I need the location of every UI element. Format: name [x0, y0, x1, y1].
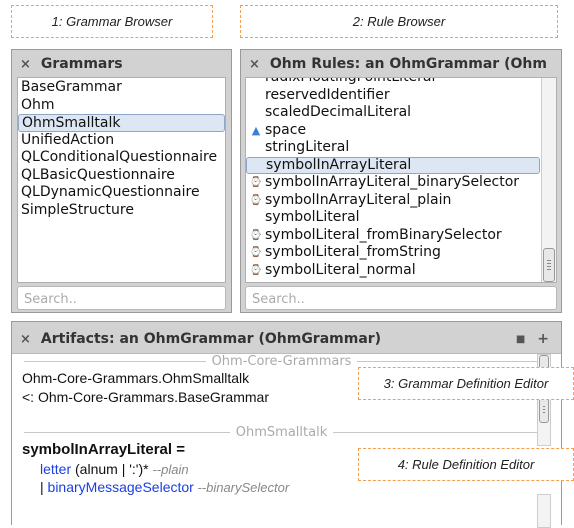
grammars-panel: × Grammars BaseGrammar Ohm OhmSmalltalk … [11, 49, 232, 313]
rule-section-label: OhmSmalltalk [235, 424, 328, 440]
rule-label: symbolLiteral_fromBinarySelector [265, 226, 502, 243]
grammar-item-selected[interactable]: OhmSmalltalk [18, 114, 225, 132]
grammar-section-label: Ohm-Core-Grammars [211, 353, 352, 369]
callout-rule-browser-text: 2: Rule Browser [352, 14, 446, 29]
callout-grammar-browser-text: 1: Grammar Browser [51, 14, 173, 29]
grammars-titlebar: × Grammars [12, 50, 231, 78]
editor-bottom-scrollbar[interactable] [537, 494, 551, 528]
rule-item[interactable]: radixFloatingPointLiteral [246, 77, 540, 87]
rule-item[interactable]: ⌚ symbolLiteral_fromBinarySelector [246, 227, 540, 245]
rule-label: symbolLiteral_normal [265, 261, 416, 278]
grammar-def-line-2: <: Ohm-Core-Grammars.BaseGrammar [22, 389, 269, 405]
rule-editor-scrollbar[interactable] [537, 394, 551, 446]
grammar-item[interactable]: BaseGrammar [18, 79, 225, 97]
tree-icon: ⌚ [249, 194, 263, 206]
rule-item-selected[interactable]: symbolInArrayLiteral [246, 156, 540, 174]
rule-label: stringLiteral [265, 139, 350, 155]
rule-item[interactable]: ▲ space [246, 122, 540, 140]
rule-item[interactable]: ⌚ symbolInArrayLiteral_plain [246, 192, 540, 210]
rules-title: Ohm Rules: an OhmGrammar (Ohm [269, 56, 547, 72]
rule-alt1-rest: (alnum | ':')* [71, 461, 153, 477]
rule-label: symbolInArrayLiteral [266, 156, 412, 173]
rule-equals: = [172, 441, 185, 458]
tree-icon: ⌚ [249, 177, 263, 188]
rule-alt2-bar: | [40, 479, 48, 495]
grammar-item[interactable]: Ohm [18, 97, 225, 115]
grammar-list[interactable]: BaseGrammar Ohm OhmSmalltalk UnifiedActi… [17, 77, 226, 283]
artifacts-title: Artifacts: an OhmGrammar (OhmGrammar) [40, 331, 382, 347]
rule-item[interactable]: reservedIdentifier [246, 87, 540, 105]
rule-name: symbolInArrayLiteral [22, 441, 173, 458]
rule-list[interactable]: radixFloatingPointLiteral reservedIdenti… [245, 77, 557, 283]
callout-grammar-def-editor-text: 3: Grammar Definition Editor [383, 376, 549, 391]
artifacts-titlebar: × Artifacts: an OhmGrammar (OhmGrammar) … [12, 326, 561, 352]
grammar-item[interactable]: QLBasicQuestionnaire [18, 167, 225, 185]
rule-def-alt-1: letter (alnum | ':')* --plain [40, 461, 189, 477]
grammars-title: Grammars [40, 56, 123, 72]
rule-label: symbolLiteral_fromString [265, 244, 441, 260]
grammar-search-input[interactable]: Search.. [17, 286, 226, 310]
scrollbar-thumb[interactable] [539, 397, 549, 423]
rule-alt2-selector: binaryMessageSelector [47, 479, 194, 495]
grammar-item[interactable]: QLDynamicQuestionnaire [18, 184, 225, 202]
rule-item[interactable]: scaledDecimalLiteral [246, 104, 540, 122]
rule-search-input[interactable]: Search.. [245, 286, 557, 310]
rule-alt1-comment: --plain [152, 462, 189, 477]
rule-item[interactable]: symbolLiteral [246, 209, 540, 227]
rule-item[interactable]: ⌚ symbolLiteral_fromString [246, 244, 540, 262]
tree-icon: ⌚ [249, 264, 263, 276]
callout-rule-def-editor: 4: Rule Definition Editor [358, 448, 574, 481]
rule-item[interactable]: ⌚ symbolInArrayLiteral_binarySelector [246, 174, 540, 192]
rule-item[interactable]: stringLiteral [246, 139, 540, 157]
rule-section-separator: OhmSmalltalk [24, 424, 540, 440]
rule-alt1-letter: letter [40, 461, 72, 477]
rules-titlebar: × Ohm Rules: an OhmGrammar (Ohm [241, 50, 561, 78]
rule-def-header: symbolInArrayLiteral = [22, 441, 185, 458]
close-icon[interactable]: × [20, 57, 31, 72]
rule-label: radixFloatingPointLiteral [265, 77, 436, 85]
close-icon[interactable]: × [249, 57, 260, 72]
rule-list-scrollbar[interactable] [541, 78, 556, 282]
collapse-icon[interactable]: ■ [516, 334, 525, 345]
up-triangle-icon: ▲ [251, 123, 261, 137]
tree-icon: ⌚ [249, 229, 263, 241]
callout-grammar-browser: 1: Grammar Browser [11, 5, 213, 38]
tree-icon: ⌚ [249, 247, 263, 258]
rule-def-alt-2: | binaryMessageSelector --binarySelector [40, 479, 289, 495]
rule-label: symbolInArrayLiteral_plain [265, 191, 452, 208]
grammar-section-separator: Ohm-Core-Grammars [24, 353, 540, 369]
grammar-item[interactable]: SimpleStructure [18, 202, 225, 220]
grammar-item[interactable]: QLConditionalQuestionnaire [18, 149, 225, 167]
callout-grammar-def-editor: 3: Grammar Definition Editor [358, 367, 574, 400]
artifacts-panel: × Artifacts: an OhmGrammar (OhmGrammar) … [11, 321, 562, 528]
rule-label: symbolLiteral [265, 209, 360, 225]
rule-label: symbolInArrayLiteral_binarySelector [265, 174, 520, 190]
scrollbar-thumb[interactable] [543, 248, 555, 282]
callout-rule-def-editor-text: 4: Rule Definition Editor [397, 457, 535, 472]
close-icon[interactable]: × [20, 332, 31, 347]
rule-label: scaledDecimalLiteral [265, 104, 412, 120]
expand-icon[interactable]: + [537, 331, 549, 347]
grammar-def-line-1: Ohm-Core-Grammars.OhmSmalltalk [22, 370, 250, 386]
rule-label: reservedIdentifier [265, 86, 390, 103]
rule-label: space [265, 121, 307, 138]
rule-alt2-comment: --binarySelector [193, 480, 290, 495]
grammar-item[interactable]: UnifiedAction [18, 132, 225, 150]
rules-panel: × Ohm Rules: an OhmGrammar (Ohm radixFlo… [240, 49, 562, 313]
callout-rule-browser: 2: Rule Browser [240, 5, 558, 38]
rule-item[interactable]: ⌚ symbolLiteral_normal [246, 262, 540, 280]
